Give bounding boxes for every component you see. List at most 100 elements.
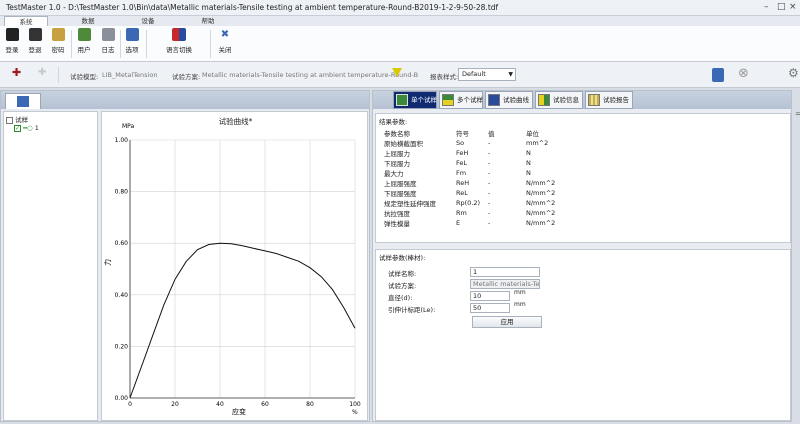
minimize-button[interactable]: – bbox=[764, 2, 769, 12]
right-tab-bar: 单个试样 多个试样 试验曲线 试验信息 试验报告 bbox=[373, 91, 791, 109]
plan-field: Metallic materials-Tensil bbox=[470, 279, 540, 289]
options-icon bbox=[125, 28, 139, 41]
tree-item[interactable]: ✓ ━○ 1 bbox=[14, 124, 39, 132]
plan-field-label: 试验方案: bbox=[388, 282, 417, 290]
tab-multi-specimen[interactable]: 多个试样 bbox=[439, 91, 483, 109]
checked-icon[interactable]: ✓ bbox=[14, 124, 21, 132]
table-row[interactable]: 上屈服力 FeH - N bbox=[382, 148, 584, 158]
header-cell: 符号 bbox=[456, 130, 469, 138]
machine-icon[interactable] bbox=[712, 68, 724, 82]
x-tick-label: 60 bbox=[261, 401, 269, 408]
table-row[interactable]: 最大力 Fm - N bbox=[382, 168, 584, 178]
sample-parameters: 试样参数(棒材): 试样名称: 1 试验方案: Metallic materia… bbox=[375, 249, 791, 421]
close-button[interactable]: ✖ 关闭 bbox=[214, 28, 236, 60]
header-cell: 参数名称 bbox=[384, 130, 410, 138]
tab-help[interactable]: 帮助 bbox=[188, 16, 228, 26]
table-row[interactable]: 下屈服力 FeL - N bbox=[382, 158, 584, 168]
language-icon bbox=[172, 28, 186, 41]
close-window-button[interactable]: × bbox=[789, 2, 797, 12]
language-switch-button[interactable]: 语言切换 bbox=[164, 28, 194, 60]
diameter-label: 直径(d): bbox=[388, 294, 413, 302]
tab-device[interactable]: 设备 bbox=[128, 16, 168, 26]
test-curve-chart: MPa 力 应变 % 0 20 40 60 80 100 0.00 0.20 0.40 0.60 0… bbox=[103, 123, 361, 416]
table-row[interactable]: 下屈服强度 ReL - N/mm^2 bbox=[382, 188, 584, 198]
menu-tabs: 系统 数据 设备 帮助 bbox=[0, 16, 800, 26]
tab-test-curve[interactable]: 试验曲线 bbox=[485, 91, 533, 109]
y-axis-unit: MPa bbox=[122, 123, 135, 130]
stop-icon[interactable]: ⊗ bbox=[738, 66, 749, 81]
maximize-button[interactable]: □ bbox=[777, 2, 786, 12]
user-button[interactable]: 用户 bbox=[73, 28, 95, 60]
specimen-add-icon[interactable]: ✚ bbox=[12, 66, 21, 79]
x-tick-label: 40 bbox=[216, 401, 224, 408]
plan-select-icon[interactable] bbox=[392, 68, 402, 77]
chart-panel: 试验曲线* MPa 力 应变 % 0 20 40 60 80 100 0.00 0.20 0.4… bbox=[101, 111, 368, 421]
table-row[interactable]: 上屈服强度 ReH - N/mm^2 bbox=[382, 178, 584, 188]
y-tick-label: 1.00 bbox=[115, 137, 129, 144]
ribbon-separator bbox=[71, 30, 72, 58]
model-label: 试验模型: bbox=[70, 73, 99, 81]
gauge-length-unit: mm bbox=[514, 301, 526, 308]
close-icon: ✖ bbox=[220, 29, 230, 40]
x-axis-unit: % bbox=[352, 409, 358, 416]
checkbox-icon[interactable] bbox=[6, 116, 13, 124]
log-button[interactable]: 日志 bbox=[97, 28, 119, 60]
series-line bbox=[129, 242, 356, 399]
gauge-length-field[interactable]: 50 bbox=[470, 303, 510, 313]
tab-data[interactable]: 数据 bbox=[68, 16, 108, 26]
tab-system[interactable]: 系统 bbox=[4, 16, 48, 26]
settings-icon[interactable]: ⚙ bbox=[788, 66, 799, 80]
header-cell: 值 bbox=[488, 130, 495, 138]
results-title: 结果参数: bbox=[379, 118, 408, 126]
y-tick-label: 0.60 bbox=[115, 240, 129, 247]
chevron-down-icon: ▼ bbox=[508, 71, 513, 78]
log-icon bbox=[101, 28, 115, 41]
y-axis-label: 力 bbox=[103, 259, 112, 266]
result-parameters: 结果参数: 参数名称 符号 值 单位 原始横截面积 So - mm^2 上屈服力 FeH… bbox=[375, 113, 791, 243]
table-row[interactable]: 规定塑性延伸强度 Rp(0.2) - N/mm^2 bbox=[382, 198, 584, 208]
left-panel-header bbox=[1, 91, 369, 109]
model-value: LIB_MetalTension bbox=[102, 71, 158, 79]
left-panel: 试样 ✓ ━○ 1 试验曲线* MPa 力 应变 % 0 20 40 60 80 100 0… bbox=[0, 90, 370, 422]
login-icon bbox=[5, 28, 19, 41]
curve-icon bbox=[488, 94, 500, 106]
specimen-list-tab[interactable] bbox=[5, 93, 41, 109]
ribbon-separator bbox=[146, 30, 147, 58]
sample-name-field[interactable]: 1 bbox=[470, 267, 540, 277]
login-button[interactable]: 登录 bbox=[1, 28, 23, 60]
list-icon bbox=[17, 96, 29, 107]
options-button[interactable]: 选项 bbox=[121, 28, 143, 60]
table-row[interactable]: 抗拉强度 Rm - N/mm^2 bbox=[382, 208, 584, 218]
logout-button[interactable]: 登退 bbox=[24, 28, 46, 60]
panel-edge-icon[interactable]: = bbox=[795, 110, 800, 118]
y-tick-label: 0.00 bbox=[115, 395, 129, 402]
x-axis-label: 应变 bbox=[232, 407, 246, 416]
ribbon-separator bbox=[210, 30, 211, 58]
x-tick-label: 0 bbox=[128, 401, 132, 408]
multi-specimen-icon bbox=[442, 94, 454, 106]
right-panel: 单个试样 多个试样 试验曲线 试验信息 试验报告 结果参数: 参数名称 符号 值… bbox=[372, 90, 792, 422]
diameter-field[interactable]: 10 bbox=[470, 291, 510, 301]
tab-test-info[interactable]: 试验信息 bbox=[535, 91, 583, 109]
tab-single-specimen[interactable]: 单个试样 bbox=[393, 91, 437, 109]
results-table: 参数名称 符号 值 单位 原始横截面积 So - mm^2 上屈服力 FeH - N 下屈服… bbox=[382, 128, 584, 228]
tree-root[interactable]: 试样 bbox=[6, 114, 28, 124]
title-bar: TestMaster 1.0 - D:\TestMaster 1.0\Bin\d… bbox=[0, 0, 800, 16]
sample-name-label: 试样名称: bbox=[388, 270, 417, 278]
specimen-remove-icon[interactable]: ✚ bbox=[38, 67, 46, 78]
table-row[interactable]: 原始横截面积 So - mm^2 bbox=[382, 138, 584, 148]
key-icon bbox=[51, 28, 65, 41]
diameter-unit: mm bbox=[514, 289, 526, 296]
report-icon bbox=[588, 94, 600, 106]
gauge-length-label: 引伸计标距(Le): bbox=[388, 306, 436, 314]
x-tick-label: 20 bbox=[171, 401, 179, 408]
password-button[interactable]: 密码 bbox=[47, 28, 69, 60]
ribbon: 登录 登退 密码 用户 日志 选项 语言切换 ✖ 关闭 bbox=[0, 26, 800, 62]
table-row[interactable]: 弹性模量 E - N/mm^2 bbox=[382, 218, 584, 228]
report-style-select[interactable]: Default ▼ bbox=[458, 68, 516, 81]
tab-test-report[interactable]: 试验报告 bbox=[585, 91, 633, 109]
window-title: TestMaster 1.0 - D:\TestMaster 1.0\Bin\d… bbox=[6, 3, 499, 12]
toolbar-separator bbox=[58, 67, 59, 83]
apply-button[interactable]: 应用 bbox=[472, 316, 542, 328]
test-toolbar: ✚ ✚ 试验模型: LIB_MetalTension 试验方案: Metalli… bbox=[0, 62, 800, 88]
